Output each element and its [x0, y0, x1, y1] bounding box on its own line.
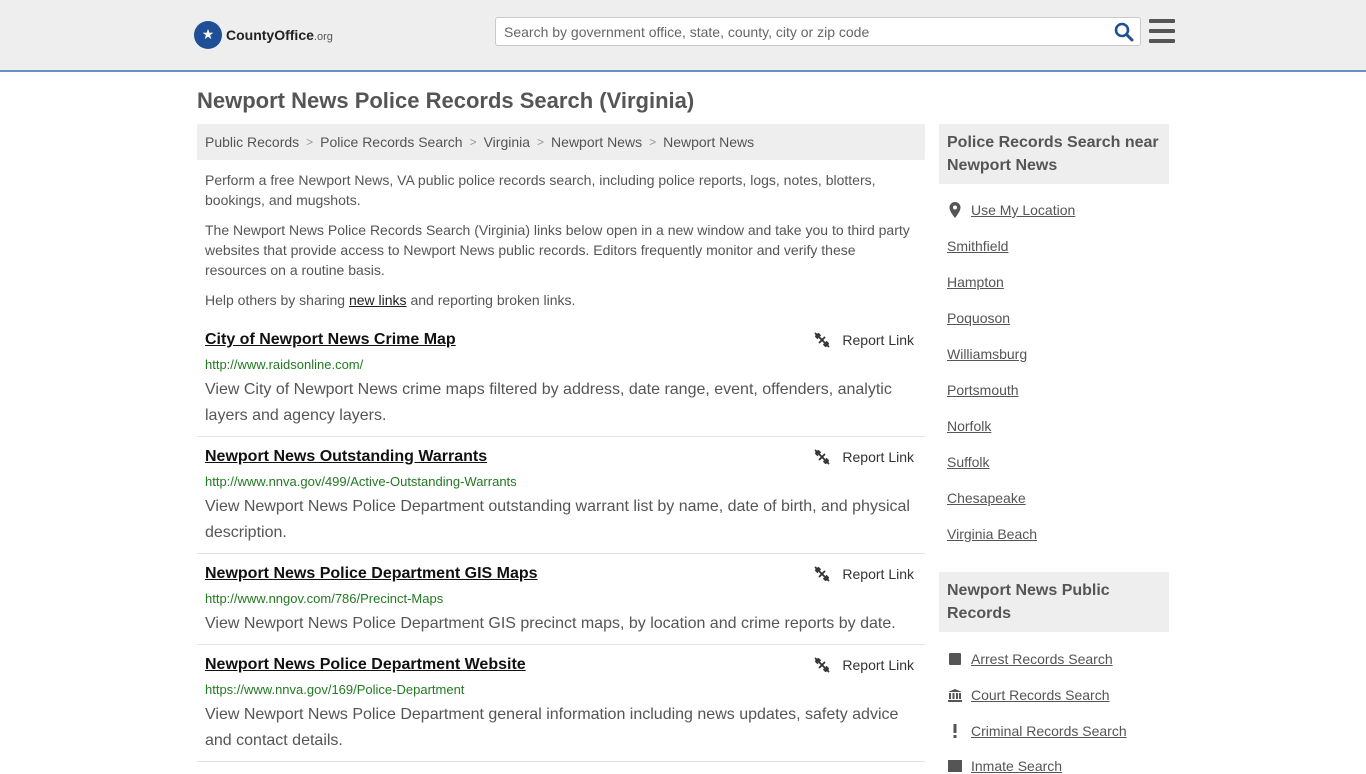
inmate-search-link[interactable]: Inmate Search: [947, 758, 1062, 774]
report-link-button[interactable]: Report Link: [814, 449, 914, 465]
result-url: http://www.nnva.gov/499/Active-Outstandi…: [205, 474, 517, 489]
nearby-city-link[interactable]: Norfolk: [947, 418, 991, 434]
intro-paragraph: The Newport News Police Records Search (…: [205, 222, 910, 278]
nearby-city-link[interactable]: Chesapeake: [947, 490, 1026, 506]
result-description: View Newport News Police Department GIS …: [205, 615, 896, 632]
nearby-city-link[interactable]: Portsmouth: [947, 382, 1019, 398]
report-link-button[interactable]: Report Link: [814, 566, 914, 582]
breadcrumb-item[interactable]: Public Records: [205, 134, 299, 150]
site-header: ★ CountyOffice.org: [0, 0, 1366, 72]
map-pin-icon: [947, 202, 963, 218]
broken-link-icon: [815, 449, 830, 465]
exclamation-icon: [947, 723, 963, 739]
nearby-city-link[interactable]: Suffolk: [947, 454, 990, 470]
result-description: View Newport News Police Department gene…: [205, 706, 899, 749]
result-item: Newport News Police Department GIS Maps …: [197, 565, 925, 645]
result-url: https://www.nnva.gov/169/Police-Departme…: [205, 682, 465, 697]
breadcrumb: Public Records > Police Records Search >…: [197, 124, 925, 160]
nearby-heading: Police Records Search near Newport News: [939, 124, 1169, 184]
hamburger-menu-icon[interactable]: [1149, 19, 1175, 43]
breadcrumb-separator: >: [306, 135, 314, 149]
intro-paragraph: Help others by sharing new links and rep…: [205, 292, 576, 308]
use-my-location-link[interactable]: Use My Location: [947, 202, 1075, 218]
breadcrumb-item[interactable]: Newport News: [663, 134, 754, 150]
result-url: http://www.nngov.com/786/Precinct-Maps: [205, 591, 444, 606]
logo-tld: .org: [313, 31, 333, 43]
court-records-link[interactable]: Court Records Search: [947, 687, 1110, 703]
breadcrumb-item[interactable]: Virginia: [484, 134, 530, 150]
square-icon: [947, 651, 963, 667]
intro-paragraph: Perform a free Newport News, VA public p…: [205, 172, 876, 208]
nearby-city-link[interactable]: Virginia Beach: [947, 526, 1037, 542]
search-icon[interactable]: [1114, 22, 1134, 42]
search-input[interactable]: [496, 18, 1096, 45]
nearby-city-link[interactable]: Hampton: [947, 274, 1004, 290]
result-title-link[interactable]: City of Newport News Crime Map: [205, 331, 456, 349]
breadcrumb-separator: >: [469, 135, 477, 149]
result-description: View Newport News Police Department outs…: [205, 498, 910, 541]
breadcrumb-item[interactable]: Newport News: [551, 134, 642, 150]
breadcrumb-separator: >: [649, 135, 657, 149]
public-records-heading: Newport News Public Records: [939, 572, 1169, 632]
new-links-link[interactable]: new links: [349, 292, 407, 308]
nearby-city-link[interactable]: Williamsburg: [947, 346, 1027, 362]
page-title: Newport News Police Records Search (Virg…: [197, 88, 695, 113]
search-bar: [495, 17, 1141, 46]
criminal-records-link[interactable]: Criminal Records Search: [947, 723, 1127, 739]
site-logo[interactable]: ★ CountyOffice.org: [194, 20, 333, 50]
breadcrumb-item[interactable]: Police Records Search: [320, 134, 462, 150]
result-title-link[interactable]: Newport News Police Department Website: [205, 656, 526, 674]
report-link-button[interactable]: Report Link: [814, 657, 914, 673]
result-url: http://www.raidsonline.com/: [205, 357, 364, 372]
breadcrumb-separator: >: [537, 135, 545, 149]
broken-link-icon: [815, 657, 830, 673]
result-title-link[interactable]: Newport News Police Department GIS Maps: [205, 565, 538, 583]
broken-link-icon: [815, 332, 830, 348]
report-link-button[interactable]: Report Link: [814, 332, 914, 348]
courthouse-icon: [947, 687, 963, 703]
result-item: Newport News Outstanding Warrants Report…: [197, 448, 925, 554]
inmate-icon: [947, 758, 963, 774]
result-item: Newport News Police Department Website R…: [197, 656, 925, 762]
arrest-records-link[interactable]: Arrest Records Search: [947, 651, 1113, 667]
result-item: City of Newport News Crime Map Report Li…: [197, 331, 925, 437]
result-description: View City of Newport News crime maps fil…: [205, 381, 892, 424]
nearby-city-link[interactable]: Smithfield: [947, 238, 1008, 254]
result-title-link[interactable]: Newport News Outstanding Warrants: [205, 448, 487, 466]
nearby-city-link[interactable]: Poquoson: [947, 310, 1010, 326]
logo-name: CountyOffice: [226, 27, 314, 43]
broken-link-icon: [815, 566, 830, 582]
logo-seal-icon: ★: [194, 21, 222, 49]
